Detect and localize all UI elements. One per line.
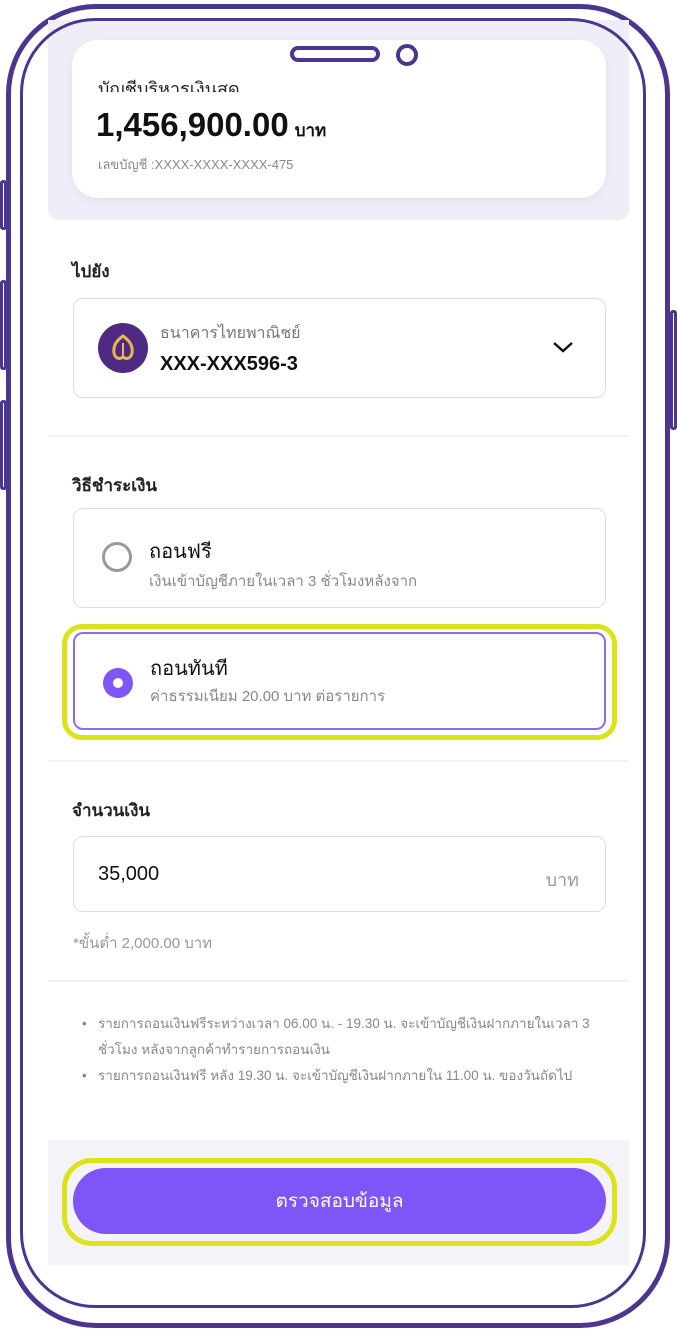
option-instant-withdraw[interactable]: ถอนทันที ค่าธรรมเนียม 20.00 บาท ต่อรายกา… — [73, 632, 606, 730]
amount-value: 35,000 — [98, 863, 160, 885]
notes-list: รายการถอนเงินฟรีระหว่างเวลา 06.00 น. - 1… — [82, 1011, 622, 1089]
amount-unit: บาท — [545, 870, 579, 890]
account-number: เลขบัญชี :XXXX-XXXX-XXXX-475 — [98, 157, 294, 172]
option-subtitle: ค่าธรรมเนียม 20.00 บาท ต่อรายการ — [150, 688, 386, 705]
note-item: รายการถอนเงินฟรี หลัง 19.30 น. จะเข้าบัญ… — [82, 1063, 622, 1089]
note-item: รายการถอนเงินฟรีระหว่างเวลา 06.00 น. - 1… — [82, 1011, 622, 1063]
balance-value: 1,456,900.00 — [96, 106, 289, 143]
divider — [48, 435, 629, 437]
radio-unselected[interactable] — [102, 542, 132, 572]
amount-label: จำนวนเงิน — [72, 801, 151, 820]
payment-method-label: วิธีชำระเงิน — [72, 476, 157, 495]
verify-button[interactable]: ตรวจสอบข้อมูล — [73, 1168, 606, 1234]
balance-unit: บาท — [294, 121, 327, 140]
divider — [48, 760, 629, 762]
bank-logo-icon — [98, 323, 148, 373]
option-title: ถอนฟรี — [149, 541, 212, 563]
amount-hint: *ขั้นต่ำ 2,000.00 บาท — [73, 935, 213, 952]
destination-label: ไปยัง — [72, 262, 110, 281]
account-name: บัญชีบริหารเงินสด — [98, 79, 240, 92]
camera-notch — [396, 44, 418, 66]
radio-selected[interactable] — [103, 668, 133, 698]
divider — [48, 980, 629, 982]
speaker-notch — [290, 46, 380, 62]
bank-name: ธนาคารไทยพาณิชย์ — [160, 325, 301, 342]
destination-account-no: XXX-XXX596-3 — [160, 353, 298, 375]
amount-input[interactable]: 35,000 บาท — [73, 836, 606, 912]
account-balance: 1,456,900.00 บาท — [96, 106, 326, 144]
option-title: ถอนทันที — [150, 658, 228, 680]
destination-select[interactable]: ธนาคารไทยพาณิชย์ XXX-XXX596-3 — [73, 298, 606, 398]
account-card: บัญชีบริหารเงินสด 1,456,900.00 บาท เลขบัญ… — [72, 40, 606, 198]
option-subtitle: เงินเข้าบัญชีภายในเวลา 3 ชั่วโมงหลังจาก — [149, 573, 418, 590]
phone-side-button — [670, 310, 677, 430]
option-free-withdraw[interactable]: ถอนฟรี เงินเข้าบัญชีภายในเวลา 3 ชั่วโมงห… — [73, 508, 606, 608]
chevron-down-icon — [553, 342, 573, 353]
